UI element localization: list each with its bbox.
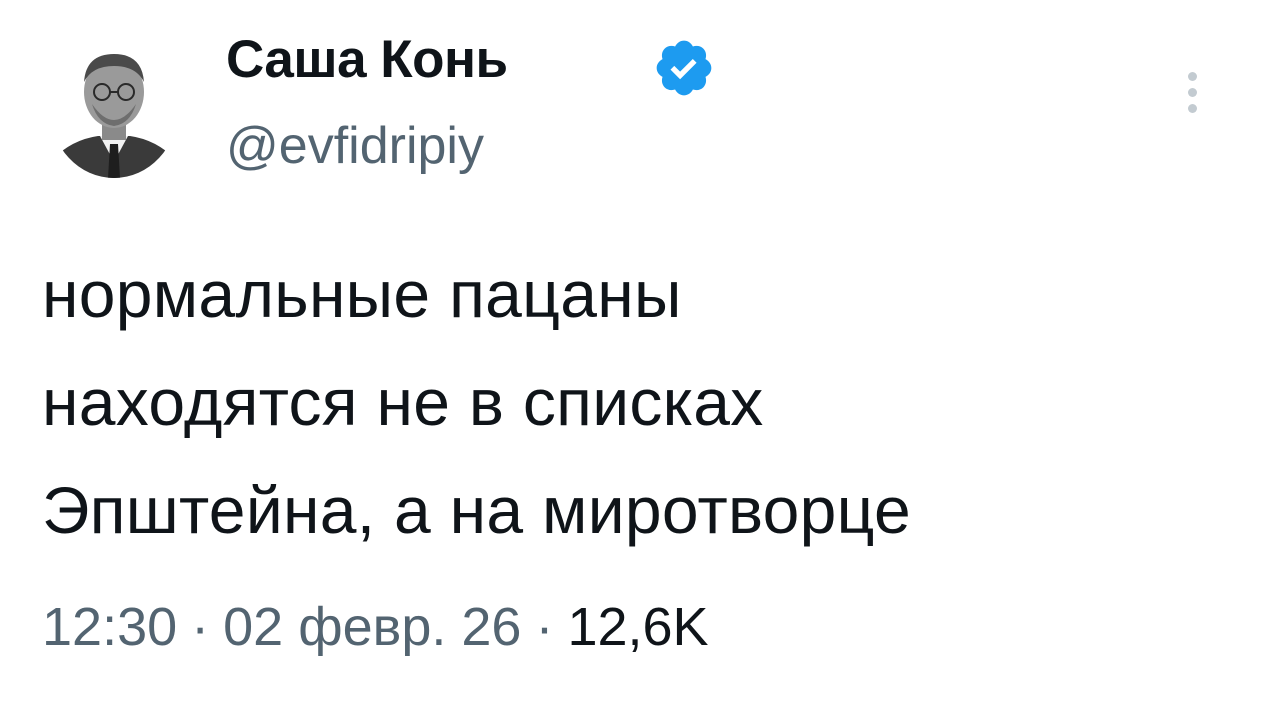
user-handle[interactable]: @evfidripiy bbox=[226, 110, 484, 182]
display-name[interactable]: Саша Конь bbox=[226, 24, 508, 96]
tweet-text-line: нормальные пацаны bbox=[42, 257, 682, 331]
more-dot bbox=[1188, 104, 1197, 113]
tweet-text-line: находятся не в списках bbox=[42, 365, 764, 439]
tweet-text: нормальные пацаны находятся не в списках… bbox=[42, 240, 1222, 564]
view-count: 12,6K bbox=[567, 597, 709, 657]
tweet-card: Саша Конь @evfidripiy нормальные пацаны … bbox=[0, 0, 1262, 703]
tweet-time[interactable]: 12:30 bbox=[42, 597, 177, 657]
avatar-photo bbox=[50, 54, 178, 178]
more-dot bbox=[1188, 72, 1197, 81]
meta-separator: · bbox=[191, 597, 210, 657]
meta-separator: · bbox=[535, 597, 554, 657]
avatar[interactable] bbox=[50, 40, 178, 178]
more-options-icon[interactable] bbox=[1182, 66, 1204, 120]
more-dot bbox=[1188, 88, 1197, 97]
tweet-text-line: Эпштейна, а на миротворце bbox=[42, 473, 911, 547]
tweet-date[interactable]: 02 февр. 26 bbox=[223, 597, 521, 657]
verified-badge-icon bbox=[652, 36, 716, 100]
tweet-meta: 12:30 · 02 февр. 26 · 12,6K bbox=[42, 592, 709, 662]
